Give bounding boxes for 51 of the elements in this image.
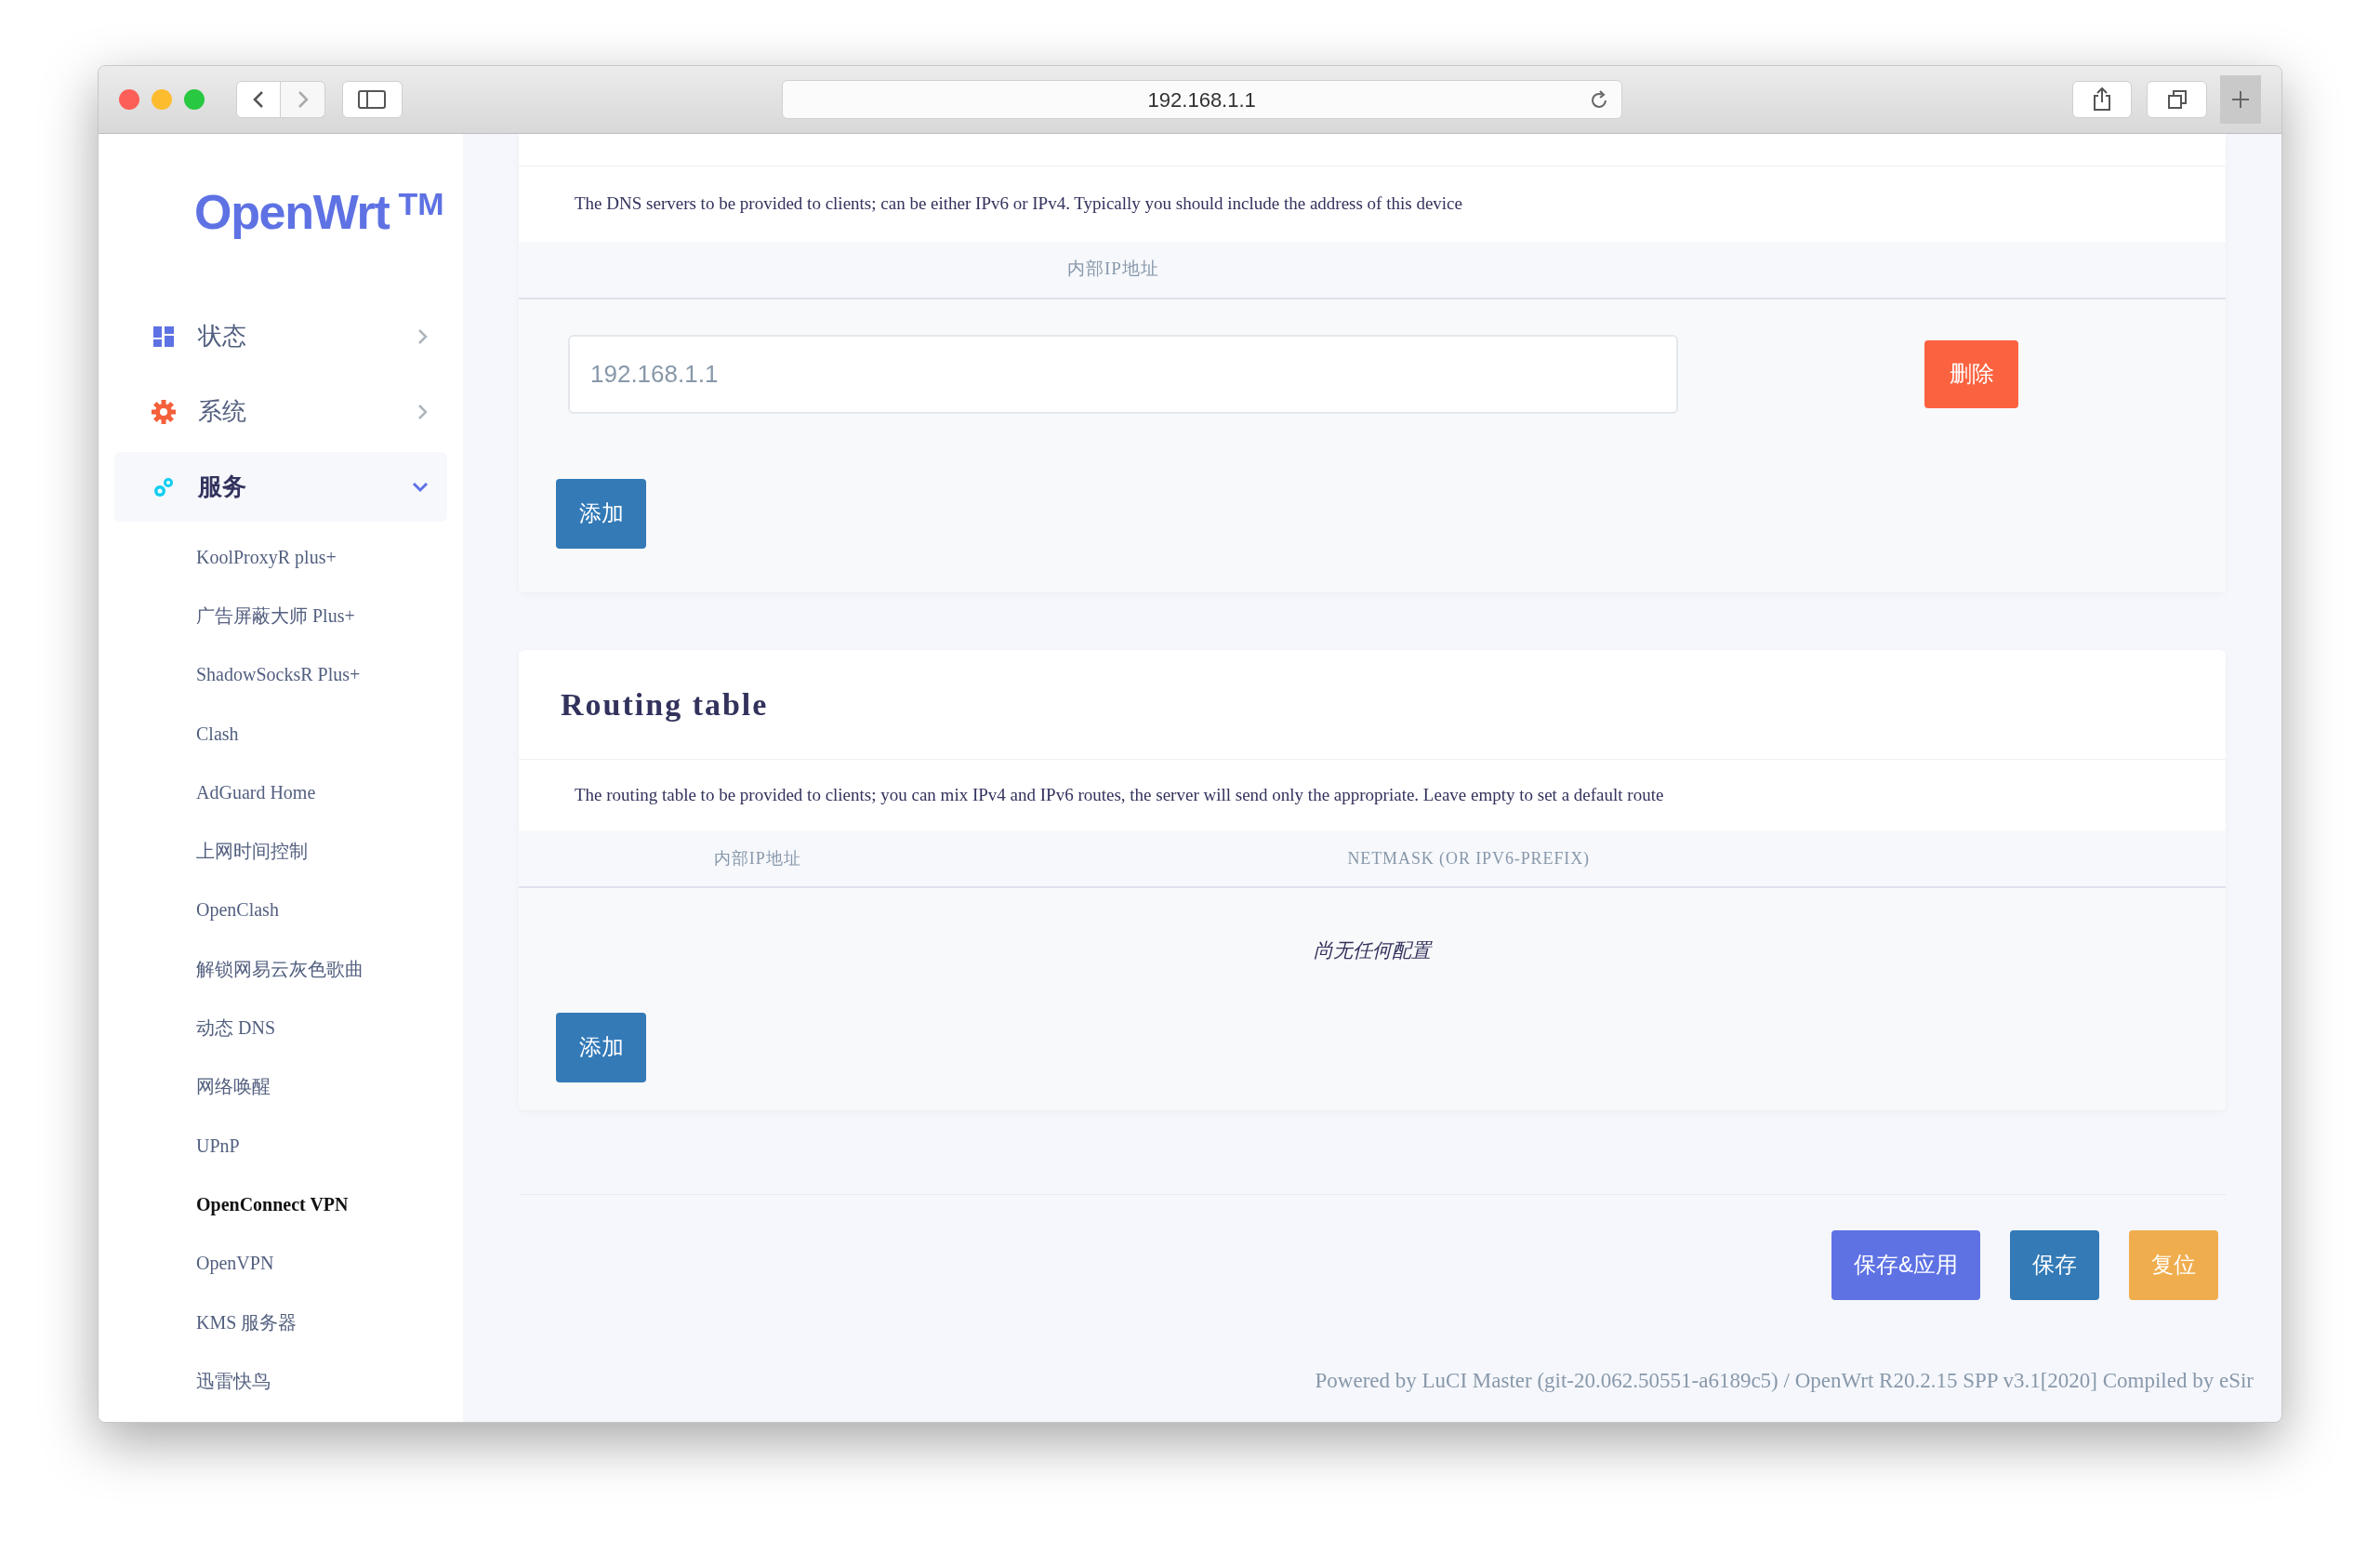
submenu-item[interactable]: ShadowSocksR Plus+ xyxy=(196,644,463,704)
submenu-item[interactable]: 广告屏蔽大师 Plus+ xyxy=(196,586,463,645)
new-tab-button[interactable] xyxy=(2220,75,2261,124)
share-button[interactable] xyxy=(2071,81,2133,118)
submenu-item[interactable]: AdGuard Home xyxy=(196,763,463,822)
grid-icon xyxy=(153,325,174,347)
submenu-item[interactable]: KoolProxyR plus+ xyxy=(196,527,463,587)
share-icon xyxy=(2092,87,2113,112)
menu-label: 状态 xyxy=(198,322,246,352)
submenu-item[interactable]: OpenVPN xyxy=(196,1233,463,1293)
submenu-item[interactable]: UPnP xyxy=(196,1115,463,1175)
submenu-item[interactable]: 上网时间控制 xyxy=(196,821,463,881)
gears-icon xyxy=(152,475,175,498)
submenu-item[interactable]: OpenConnect VPN xyxy=(196,1175,463,1234)
plus-icon xyxy=(2230,89,2252,110)
action-button[interactable]: 保存 xyxy=(2010,1229,2099,1300)
chevron-down-icon xyxy=(412,481,429,493)
action-button[interactable]: 保存&应用 xyxy=(1831,1229,1980,1300)
menu-item[interactable]: 状态 xyxy=(114,301,447,371)
column-header: NETMASK (OR IPV6-PREFIX) xyxy=(1347,847,1591,869)
back-button[interactable] xyxy=(236,81,281,118)
menu-label: 服务 xyxy=(198,472,246,502)
chevron-right-icon xyxy=(417,403,429,420)
tabs-button[interactable] xyxy=(2147,81,2208,118)
submenu-item[interactable]: OpenClash xyxy=(196,880,463,940)
add-button[interactable]: 添加 xyxy=(556,1012,646,1082)
column-header: 内部IP地址 xyxy=(714,847,801,869)
submenu-item[interactable]: KMS 服务器 xyxy=(196,1292,463,1352)
chevron-left-icon xyxy=(252,90,265,109)
submenu-item[interactable]: 动态 DNS xyxy=(196,998,463,1057)
add-button[interactable]: 添加 xyxy=(556,478,646,549)
tabs-icon xyxy=(2166,89,2188,110)
chevron-right-icon xyxy=(417,327,429,345)
address-bar[interactable]: 192.168.1.1 xyxy=(781,80,1622,119)
menu-item[interactable]: 服务 xyxy=(114,452,447,522)
chevron-right-icon xyxy=(296,90,310,109)
menu-label: 系统 xyxy=(198,397,246,427)
footer-text: Powered by LuCI Master (git-20.062.50551-a6189c5) / OpenWrt R20.2.15 SPP v3.1[2020] Compiled by eSir xyxy=(1314,1367,2254,1394)
submenu-item[interactable]: 迅雷快鸟 xyxy=(196,1351,463,1411)
gear-icon xyxy=(152,399,176,424)
column-header: 内部IP地址 xyxy=(1067,258,1159,281)
sidebar-icon xyxy=(358,90,387,109)
submenu-item[interactable]: 网络唤醒 xyxy=(196,1056,463,1116)
submenu-item[interactable]: Clash xyxy=(196,703,463,763)
section-title: Routing table xyxy=(561,685,769,723)
section-description: The DNS servers to be provided to clients; can be either IPv6 or IPv4. Typically you should include the address of this device xyxy=(574,192,1463,215)
submenu-item[interactable]: 解锁网易云灰色歌曲 xyxy=(196,939,463,999)
section-description: The routing table to be provided to clients; you can mix IPv4 and IPv6 routes, the server will send only the appropriate. Leave empty to set a default route xyxy=(574,783,1665,806)
empty-message: 尚无任何配置 xyxy=(1313,938,1434,963)
sidebar-toggle-button[interactable] xyxy=(342,81,403,118)
menu-item[interactable]: 系统 xyxy=(114,377,447,446)
